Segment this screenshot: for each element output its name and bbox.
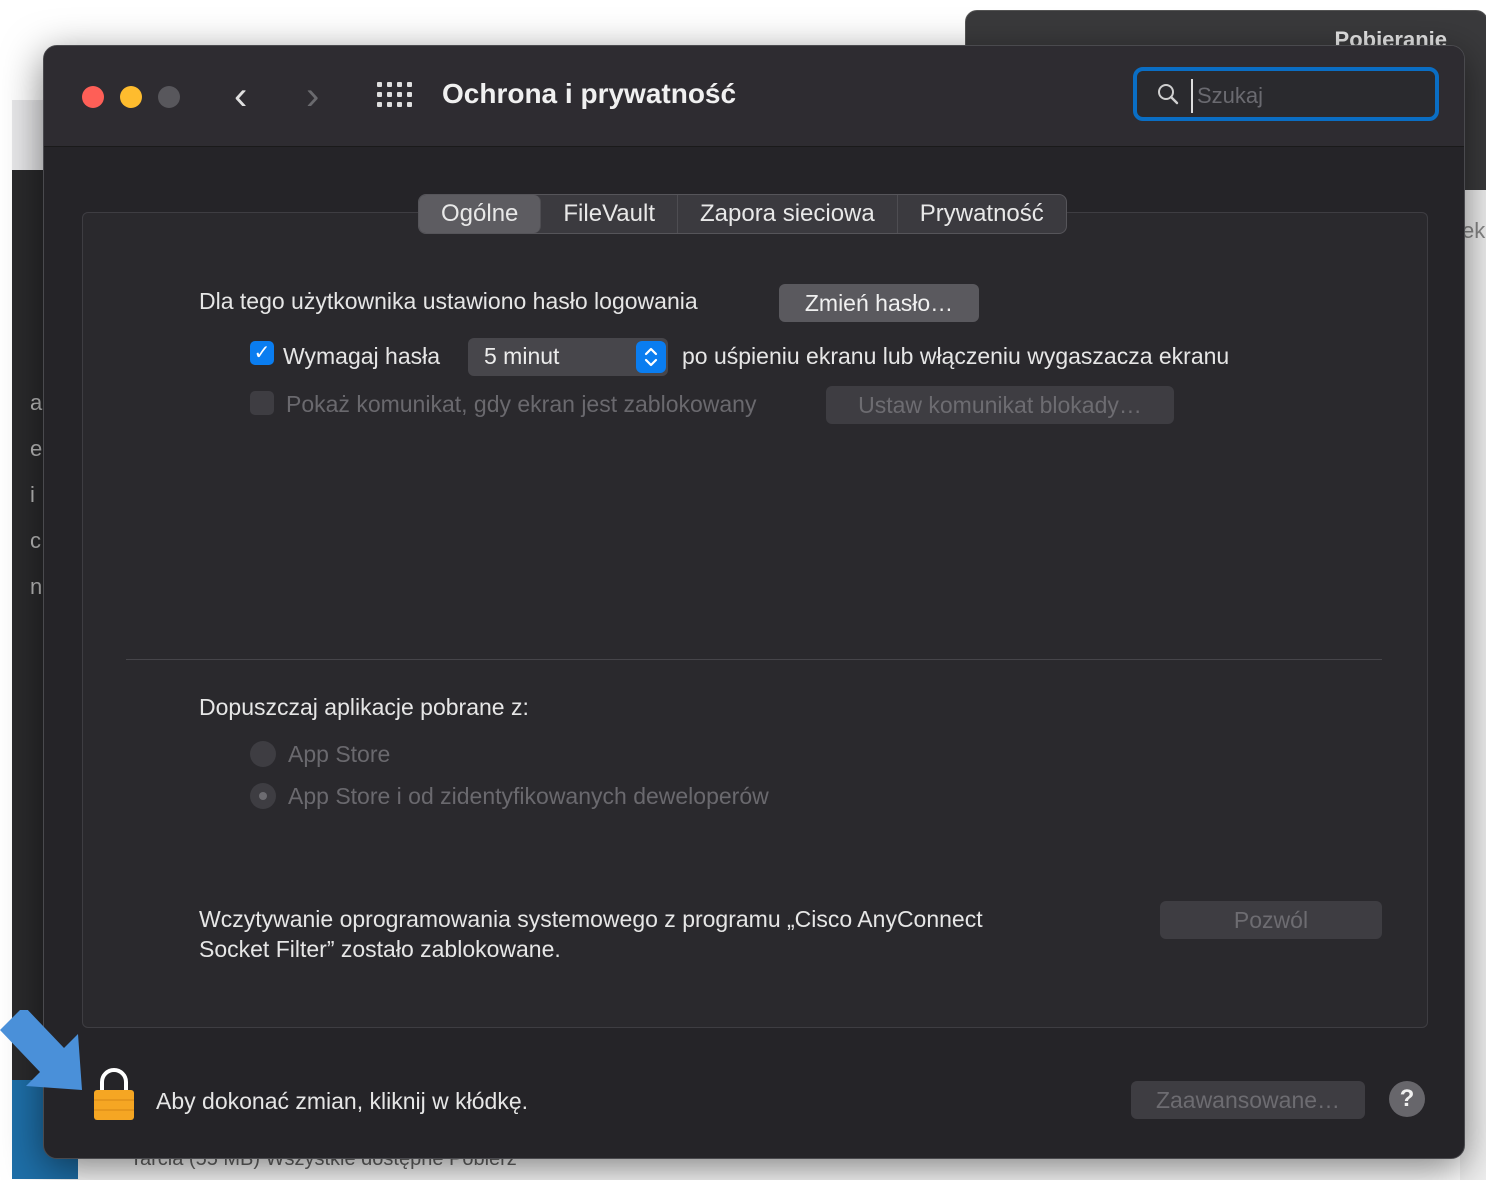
search-icon [1158,84,1179,105]
titlebar: ‹ › Ochrona i prywatność [44,46,1464,147]
password-delay-value: 5 minut [484,343,560,369]
radio-app-store-identified[interactable] [250,783,276,809]
close-button[interactable] [82,86,104,108]
updown-chevron-icon [636,341,666,373]
section-divider [126,659,1382,660]
forward-chevron-icon[interactable]: › [306,74,319,118]
blocked-software-line2: Socket Filter” zostało zablokowane. [199,936,561,962]
allow-button[interactable]: Pozwól [1160,901,1382,939]
lock-icon[interactable] [94,1068,134,1120]
tab-firewall[interactable]: Zapora sieciowa [678,195,898,233]
allow-apps-label: Dopuszczaj aplikacje pobrane z: [199,694,529,720]
background-right-text: ek [1462,218,1486,243]
radio-app-store[interactable] [250,741,276,767]
show-message-checkbox[interactable] [250,391,274,415]
show-all-grid-icon[interactable] [377,82,413,112]
security-privacy-window: ‹ › Ochrona i prywatność Ogólne FileVaul… [43,45,1465,1159]
tab-filevault[interactable]: FileVault [541,195,678,233]
require-password-checkbox[interactable]: ✓ [250,341,274,365]
window-title: Ochrona i prywatność [442,78,737,109]
radio-app-store-identified-label: App Store i od zidentyfikowanych dewelop… [288,783,769,809]
require-password-label: Wymagaj hasła [283,343,441,369]
lock-hint-text: Aby dokonać zmian, kliknij w kłódkę. [156,1088,528,1114]
change-password-button[interactable]: Zmień hasło… [779,284,979,322]
search-input[interactable] [1191,79,1429,113]
minimize-button[interactable] [120,86,142,108]
set-lock-message-button[interactable]: Ustaw komunikat blokady… [826,386,1174,424]
password-delay-select[interactable]: 5 minut [468,338,668,376]
tab-bar: Ogólne FileVault Zapora sieciowa Prywatn… [418,194,1067,234]
back-chevron-icon[interactable]: ‹ [234,74,247,118]
tab-general[interactable]: Ogólne [419,195,542,233]
annotation-arrow-icon [0,1010,82,1090]
radio-app-store-label: App Store [288,741,391,767]
help-button[interactable]: ? [1389,1081,1425,1117]
advanced-button[interactable]: Zaawansowane… [1131,1081,1365,1119]
tab-privacy[interactable]: Prywatność [898,195,1066,233]
zoom-button[interactable] [158,86,180,108]
show-message-label: Pokaż komunikat, gdy ekran jest zablokow… [286,391,757,417]
search-field[interactable] [1133,67,1439,121]
password-set-label: Dla tego użytkownika ustawiono hasło log… [199,288,698,314]
require-password-suffix: po uśpieniu ekranu lub włączeniu wygasza… [682,343,1230,369]
blocked-software-line1: Wczytywanie oprogramowania systemowego z… [199,906,983,932]
